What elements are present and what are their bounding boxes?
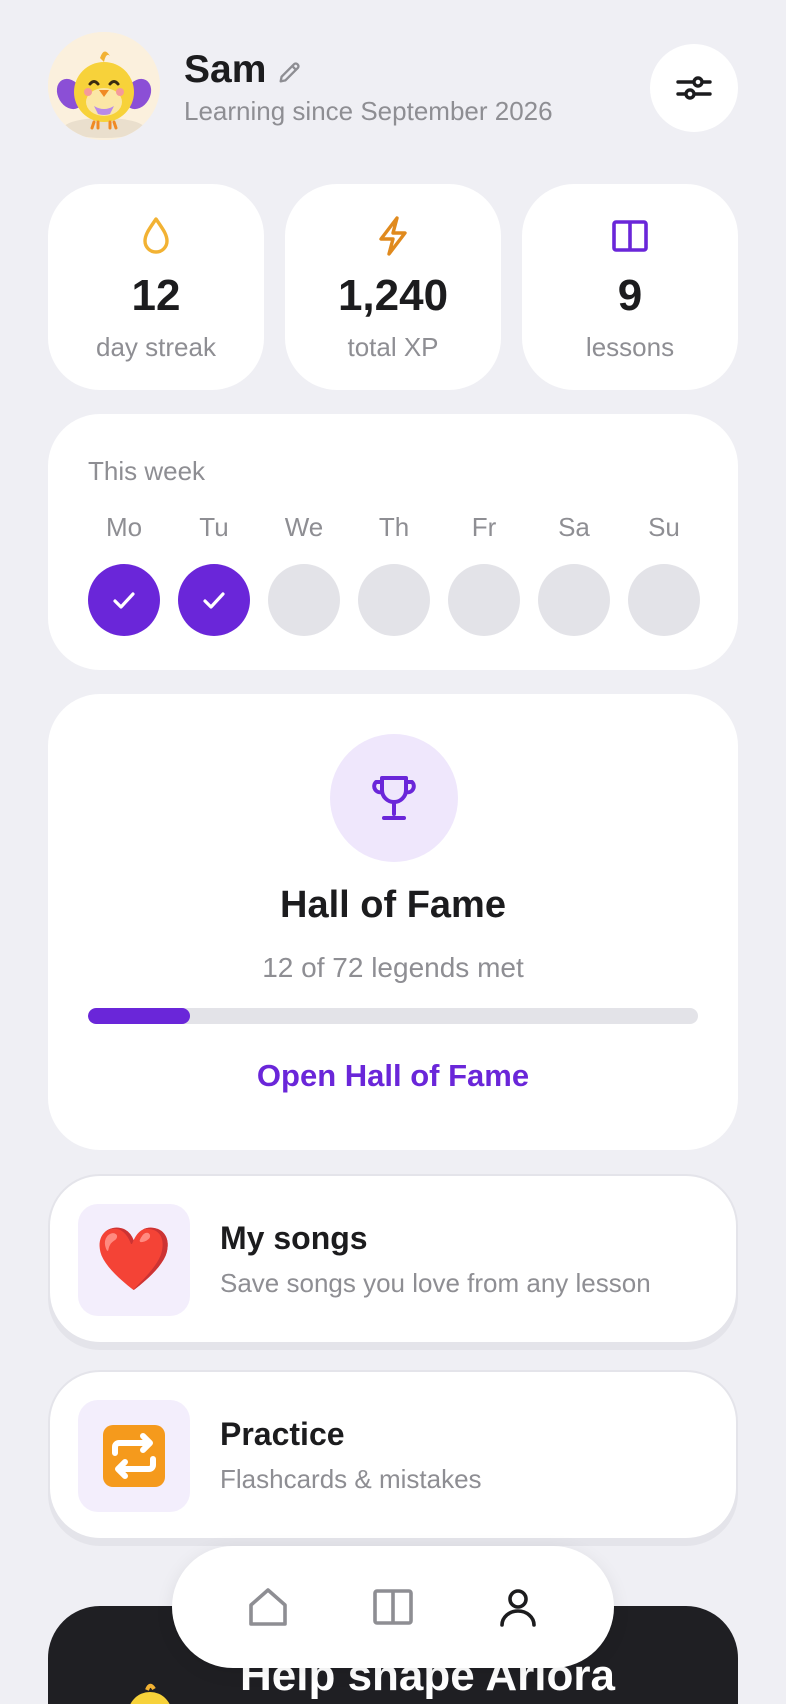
day-label: Mo bbox=[105, 512, 143, 542]
settings-button[interactable] bbox=[650, 44, 738, 132]
my-songs-subtitle: Save songs you love from any lesson bbox=[220, 1268, 651, 1298]
practice-title: Practice bbox=[220, 1416, 345, 1452]
my-songs-title: My songs bbox=[220, 1220, 368, 1256]
day-tu: Tu bbox=[178, 510, 250, 636]
day-we: We bbox=[268, 510, 340, 636]
user-name: Sam bbox=[184, 48, 267, 91]
check-icon bbox=[113, 592, 135, 609]
day-label: Th bbox=[378, 512, 410, 542]
xp-label: total XP bbox=[347, 332, 439, 362]
day-pending-indicator bbox=[538, 564, 610, 636]
home-icon bbox=[249, 1588, 288, 1626]
lessons-label: lessons bbox=[585, 332, 675, 362]
home-tab[interactable] bbox=[236, 1575, 300, 1639]
chick-mascot-icon bbox=[48, 32, 160, 140]
day-pending-indicator bbox=[268, 564, 340, 636]
lessons-value: 9 bbox=[617, 271, 643, 320]
lessons-tab[interactable] bbox=[361, 1575, 425, 1639]
day-sa: Sa bbox=[538, 510, 610, 636]
streak-stat-card: 12 day streak bbox=[48, 184, 264, 390]
hall-of-fame-card: Hall of Fame 12 of 72 legends met Open H… bbox=[48, 694, 738, 1150]
practice-row[interactable]: Practice Flashcards & mistakes bbox=[48, 1370, 738, 1540]
day-pending-indicator bbox=[358, 564, 430, 636]
day-mo: Mo bbox=[88, 510, 160, 636]
day-label: Sa bbox=[558, 512, 590, 542]
legends-progress-fill bbox=[88, 1008, 190, 1024]
day-complete-indicator bbox=[178, 564, 250, 636]
weekly-progress-card: This week Mo Tu We Th Fr Sa Su bbox=[48, 414, 738, 670]
book-icon bbox=[612, 220, 648, 252]
day-pending-indicator bbox=[448, 564, 520, 636]
profile-icon bbox=[499, 1589, 536, 1627]
day-label: Fr bbox=[471, 512, 497, 542]
open-hall-of-fame-link[interactable]: Open Hall of Fame bbox=[48, 1056, 738, 1096]
trophy-icon bbox=[372, 776, 416, 820]
avatar[interactable] bbox=[48, 32, 160, 140]
xp-value: 1,240 bbox=[337, 271, 449, 320]
book-icon bbox=[373, 1589, 413, 1625]
streak-value: 12 bbox=[131, 271, 181, 320]
pencil-icon[interactable] bbox=[276, 58, 304, 86]
day-label: We bbox=[284, 512, 324, 542]
check-icon bbox=[203, 592, 225, 609]
my-songs-row[interactable]: ❤️ My songs Save songs you love from any… bbox=[48, 1174, 738, 1344]
day-label: Tu bbox=[199, 512, 229, 542]
legends-progress-text: 12 of 72 legends met bbox=[262, 952, 524, 983]
day-fr: Fr bbox=[448, 510, 520, 636]
lightning-icon bbox=[379, 216, 407, 256]
sliders-icon bbox=[676, 76, 712, 100]
streak-label: day streak bbox=[96, 332, 216, 362]
chick-mascot-icon bbox=[130, 1683, 170, 1704]
day-pending-indicator bbox=[628, 564, 700, 636]
bottom-tab-bar bbox=[172, 1546, 614, 1668]
practice-subtitle: Flashcards & mistakes bbox=[220, 1464, 482, 1494]
learning-since-text: Learning since September 2026 bbox=[184, 96, 553, 126]
week-title: This week bbox=[88, 456, 206, 486]
legends-progress-bar bbox=[88, 1008, 698, 1024]
hall-of-fame-title: Hall of Fame bbox=[280, 884, 506, 926]
profile-tab[interactable] bbox=[486, 1575, 550, 1639]
day-label: Su bbox=[648, 512, 680, 542]
xp-stat-card: 1,240 total XP bbox=[285, 184, 501, 390]
day-su: Su bbox=[628, 510, 700, 636]
repeat-icon bbox=[78, 1400, 190, 1512]
heart-icon: ❤️ bbox=[78, 1204, 190, 1316]
drop-icon bbox=[143, 217, 169, 254]
lessons-stat-card: 9 lessons bbox=[522, 184, 738, 390]
trophy-badge bbox=[330, 734, 458, 862]
day-complete-indicator bbox=[88, 564, 160, 636]
day-th: Th bbox=[358, 510, 430, 636]
